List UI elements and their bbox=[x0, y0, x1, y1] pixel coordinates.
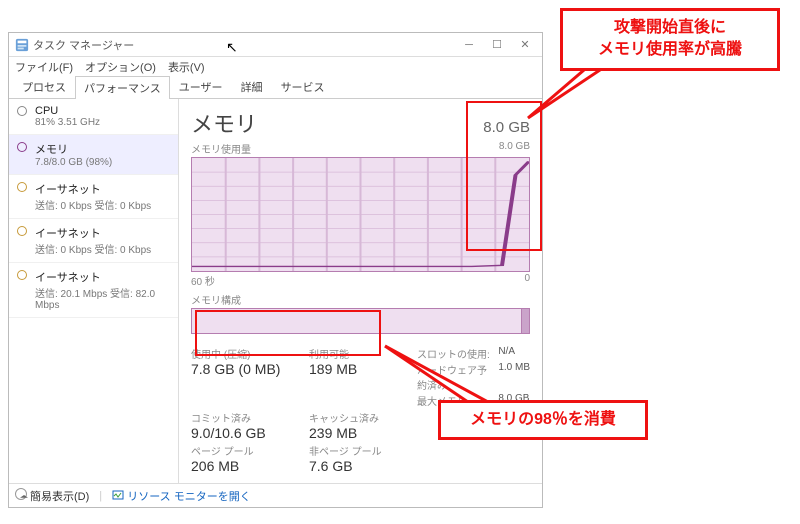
callout-98percent: メモリの98％を消費 bbox=[438, 400, 648, 440]
label-committed: コミット済み bbox=[191, 410, 291, 425]
tabbar: プロセス パフォーマンス ユーザー 詳細 サービス bbox=[9, 77, 542, 99]
label-in-use: 使用中 (圧縮) bbox=[191, 346, 291, 361]
cpu-icon bbox=[17, 106, 27, 116]
tab-details[interactable]: 詳細 bbox=[232, 75, 272, 98]
sidebar: CPU 81% 3.51 GHz メモリ 7.8/8.0 GB (98%) イー… bbox=[9, 99, 179, 483]
value-paged: 206 MB bbox=[191, 458, 291, 474]
value-hw-reserved: 1.0 MB bbox=[498, 362, 530, 392]
axis-right: 0 bbox=[524, 273, 530, 288]
minimize-button[interactable]: ─ bbox=[462, 38, 476, 52]
tab-users[interactable]: ユーザー bbox=[170, 75, 232, 98]
value-committed: 9.0/10.6 GB bbox=[191, 425, 291, 441]
chevron-up-icon bbox=[15, 488, 27, 500]
app-icon bbox=[15, 38, 29, 52]
tab-performance[interactable]: パフォーマンス bbox=[75, 76, 170, 99]
ethernet-icon bbox=[17, 270, 27, 280]
menubar: ファイル(F) オプション(O) 表示(V) bbox=[9, 57, 542, 77]
titlebar: タスク マネージャー ─ ☐ ✕ bbox=[9, 33, 542, 57]
maximize-button[interactable]: ☐ bbox=[490, 38, 504, 52]
sidebar-item-ethernet-2[interactable]: イーサネット 送信: 0 Kbps 受信: 0 Kbps bbox=[9, 219, 178, 263]
menu-file[interactable]: ファイル(F) bbox=[15, 59, 73, 75]
tab-processes[interactable]: プロセス bbox=[13, 75, 75, 98]
usage-label: メモリ使用量 bbox=[191, 141, 251, 156]
footer: 簡易表示(D) | リソース モニターを開く bbox=[9, 483, 542, 507]
value-in-use: 7.8 GB (0 MB) bbox=[191, 361, 291, 377]
simple-view-toggle[interactable]: 簡易表示(D) bbox=[15, 488, 89, 504]
composition-label: メモリ構成 bbox=[191, 292, 530, 307]
memory-title: メモリ bbox=[191, 107, 257, 139]
open-resource-monitor-link[interactable]: リソース モニターを開く bbox=[112, 488, 251, 504]
callout-attack-start: 攻撃開始直後に メモリ使用率が高騰 bbox=[560, 8, 780, 71]
ethernet-icon bbox=[17, 226, 27, 236]
memory-usage-chart[interactable] bbox=[191, 157, 530, 272]
label-paged: ページ プール bbox=[191, 443, 291, 458]
label-nonpaged: 非ページ プール bbox=[309, 443, 399, 458]
axis-left: 60 秒 bbox=[191, 273, 215, 288]
monitor-icon bbox=[112, 490, 124, 502]
memory-composition-bar[interactable] bbox=[191, 308, 530, 334]
sidebar-item-ethernet-1[interactable]: イーサネット 送信: 0 Kbps 受信: 0 Kbps bbox=[9, 175, 178, 219]
ethernet-icon bbox=[17, 182, 27, 192]
usage-max: 8.0 GB bbox=[499, 141, 530, 156]
window-title: タスク マネージャー bbox=[33, 37, 462, 53]
value-nonpaged: 7.6 GB bbox=[309, 458, 399, 474]
memory-icon bbox=[17, 142, 27, 152]
tab-services[interactable]: サービス bbox=[272, 75, 334, 98]
value-cached: 239 MB bbox=[309, 425, 399, 441]
value-slots: N/A bbox=[498, 346, 530, 361]
sidebar-item-cpu[interactable]: CPU 81% 3.51 GHz bbox=[9, 99, 178, 135]
menu-view[interactable]: 表示(V) bbox=[168, 59, 205, 75]
close-button[interactable]: ✕ bbox=[518, 38, 532, 52]
menu-options[interactable]: オプション(O) bbox=[85, 59, 156, 75]
sidebar-item-memory[interactable]: メモリ 7.8/8.0 GB (98%) bbox=[9, 135, 178, 175]
sidebar-item-ethernet-3[interactable]: イーサネット 送信: 20.1 Mbps 受信: 82.0 Mbps bbox=[9, 263, 178, 318]
